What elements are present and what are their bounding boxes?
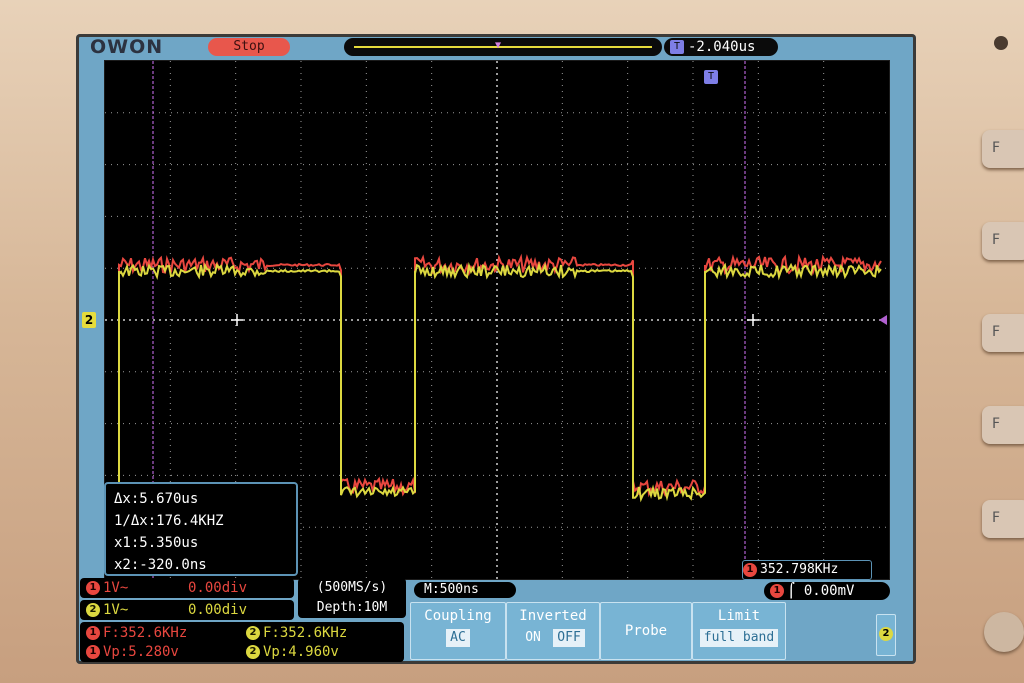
ch2-frequency: 2 F:352.6KHz: [246, 624, 347, 642]
inverted-label: Inverted: [519, 608, 587, 624]
trigger-time-marker-icon: T: [704, 70, 718, 84]
limit-menu-button[interactable]: Limit full band: [692, 602, 786, 660]
ch2-icon: 2: [879, 627, 893, 641]
timeline-position-marker-icon: ▼: [495, 40, 502, 51]
power-indicator: [994, 36, 1008, 50]
run-status-badge[interactable]: Stop: [208, 38, 290, 56]
trigger-level-marker: [879, 315, 887, 325]
probe-label: Probe: [624, 623, 668, 639]
coupling-value: AC: [446, 629, 470, 647]
cursor-readout-panel: Δx:5.670us 1/Δx:176.4KHZ x1:5.350us x2:-…: [104, 482, 298, 576]
top-status-bar: OWON Stop ▼ T -2.040us: [76, 34, 916, 60]
function-key-5[interactable]: F: [982, 500, 1024, 538]
trigger-level-readout[interactable]: 1 ⌠ 0.00mV: [764, 582, 890, 600]
coupling-label: Coupling: [424, 608, 492, 624]
ch2-icon: 2: [246, 645, 260, 659]
cursor-inverse-delta-x: 1/Δx:176.4KHZ: [114, 513, 224, 529]
function-key-label: F: [992, 510, 1001, 526]
memory-depth: Depth:10M: [316, 600, 388, 615]
ch1-icon: 1: [770, 584, 784, 598]
timeline-bar: [354, 46, 652, 48]
function-key-label: F: [992, 324, 1001, 340]
coupling-menu-button[interactable]: Coupling AC: [410, 602, 506, 660]
sample-rate: (500MS/s): [316, 580, 388, 595]
ch2-label: 2 1V~: [86, 601, 128, 619]
channel-2-side-tab[interactable]: 2: [876, 614, 896, 656]
function-key-label: F: [992, 416, 1001, 432]
ch1-label: 1 1V~: [86, 579, 128, 597]
frequency-counter: 1 352.798KHz: [742, 560, 872, 580]
measurements-panel: 1 F:352.6KHz 2 F:352.6KHz 1 Vp:5.280v 2 Vp:4…: [80, 622, 404, 662]
acquisition-info: (500MS/s) Depth:10M: [298, 578, 406, 618]
inverted-menu-button[interactable]: Inverted ON OFF: [506, 602, 600, 660]
function-key-label: F: [992, 140, 1001, 156]
ch2-icon: 2: [86, 603, 100, 617]
ch2-coupling: 1V~: [103, 602, 129, 618]
function-key-3[interactable]: F: [982, 314, 1024, 352]
limit-label: Limit: [717, 608, 761, 624]
ch1-peak-voltage: 1 Vp:5.280v: [86, 643, 179, 661]
function-key-label: F: [992, 232, 1001, 248]
memory-timeline: ▼: [344, 38, 662, 56]
timebase-readout[interactable]: M:500ns: [414, 582, 516, 598]
function-key-1[interactable]: F: [982, 130, 1024, 168]
brand-logo: OWON: [90, 36, 164, 58]
frequency-counter-value: 352.798KHz: [760, 562, 839, 577]
ch1-icon: 1: [86, 626, 100, 640]
ch1-frequency: 1 F:352.6KHz: [86, 624, 187, 642]
inverted-off-option: OFF: [553, 629, 585, 647]
ch1-icon: 1: [86, 645, 100, 659]
rising-edge-icon: ⌠: [787, 583, 796, 599]
ch1-offset: 0.00div: [188, 580, 248, 596]
ch1-settings[interactable]: 1 1V~ 0.00div: [80, 578, 294, 598]
ch2-peak-voltage: 2 Vp:4.960v: [246, 643, 339, 661]
cursor-x2: x2:-320.0ns: [114, 557, 207, 573]
ch2-settings[interactable]: 2 1V~ 0.00div: [80, 600, 294, 620]
ch1-coupling: 1V~: [103, 580, 129, 596]
inverted-on-option: ON: [525, 630, 541, 645]
oscilloscope-screen: OWON Stop ▼ T -2.040us T 2 Δx:5.670us 1/Δ…: [76, 34, 916, 664]
function-key-2[interactable]: F: [982, 222, 1024, 260]
trigger-position-readout: T -2.040us: [664, 38, 778, 56]
ch2-level-marker: 2: [82, 312, 96, 328]
bottom-info-area: 1 1V~ 0.00div 2 1V~ 0.00div (500MS/s) Dept…: [76, 578, 916, 664]
ch2-icon: 2: [246, 626, 260, 640]
ch1-icon: 1: [86, 581, 100, 595]
cursor-x1: x1:5.350us: [114, 535, 199, 551]
ch2-offset: 0.00div: [188, 602, 248, 618]
trigger-icon: T: [670, 40, 684, 54]
multipurpose-knob[interactable]: [984, 612, 1024, 652]
cursor-delta-x: Δx:5.670us: [114, 491, 199, 507]
ch1-icon: 1: [743, 562, 757, 577]
probe-menu-button[interactable]: Probe: [600, 602, 692, 660]
function-key-4[interactable]: F: [982, 406, 1024, 444]
limit-value: full band: [699, 629, 779, 647]
trigger-level-value: 0.00mV: [803, 583, 855, 599]
trigger-position-value: -2.040us: [688, 39, 756, 55]
